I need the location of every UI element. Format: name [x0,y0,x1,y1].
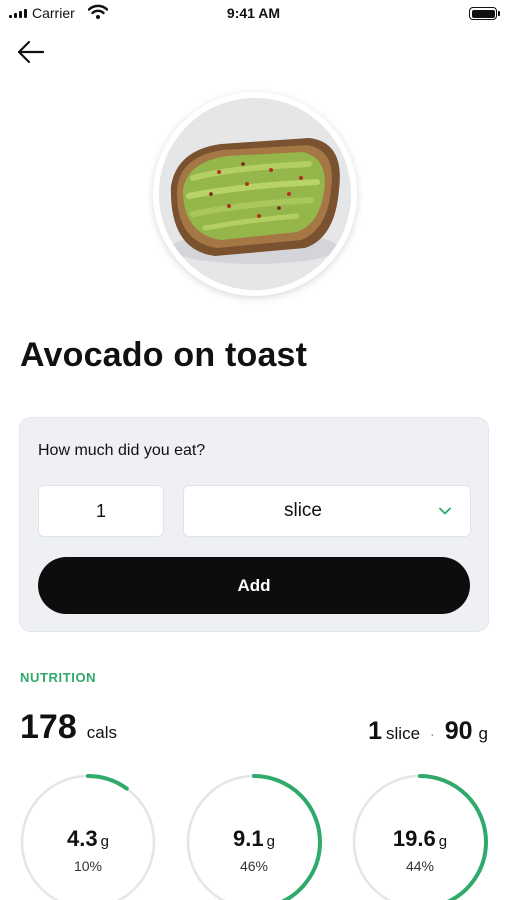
serving-weight: 90 [444,717,473,745]
serving-weight-unit: g [478,724,488,743]
macro-amount: 4.3 [67,826,98,851]
serving-summary: 1 slice · 90 g [368,717,488,746]
macro-unit: g [266,833,275,850]
macro-percent: 44% [405,858,435,874]
macro-percent: 46% [239,858,269,874]
macro-amount: 19.6 [392,826,436,851]
macro-unit: g [438,833,448,850]
status-time: 9:41 AM [226,5,281,21]
serving-separator: · [430,726,435,742]
arrow-left-icon [17,40,45,64]
macro-unit: g [100,833,109,850]
back-button[interactable] [14,38,50,66]
macro-ring: 4.3 g 10% [20,774,156,900]
food-photo [159,98,351,290]
quantity-field[interactable]: 1 [38,485,164,537]
food-photo-frame [153,92,357,296]
food-detail-screen: Carrier 9:41 AM Avocado on toast How muc… [0,0,507,900]
serving-count: 1 [368,717,383,745]
portion-question: How much did you eat? [38,442,206,459]
macro-amount: 9.1 [233,826,264,851]
macro-ring: 9.1 g 46% [186,774,322,900]
macro-ring: 19.6 g 44% [352,774,488,900]
macro-percent: 10% [73,858,103,874]
unit-select[interactable]: slice [183,485,471,537]
calories-summary: 178 cals [20,708,117,747]
nutrition-heading: NUTRITION [20,670,97,685]
status-bar: Carrier 9:41 AM [0,0,507,28]
portion-card: How much did you eat? 1 slice Add [19,417,489,632]
chevron-down-icon [439,507,451,515]
calories-unit: cals [86,723,117,742]
serving-unit: slice [386,724,421,743]
calories-value: 178 [20,708,77,746]
unit-select-value: slice [283,500,322,521]
battery-icon [469,7,500,20]
add-button[interactable]: Add [38,557,470,614]
food-title: Avocado on toast [20,336,308,374]
